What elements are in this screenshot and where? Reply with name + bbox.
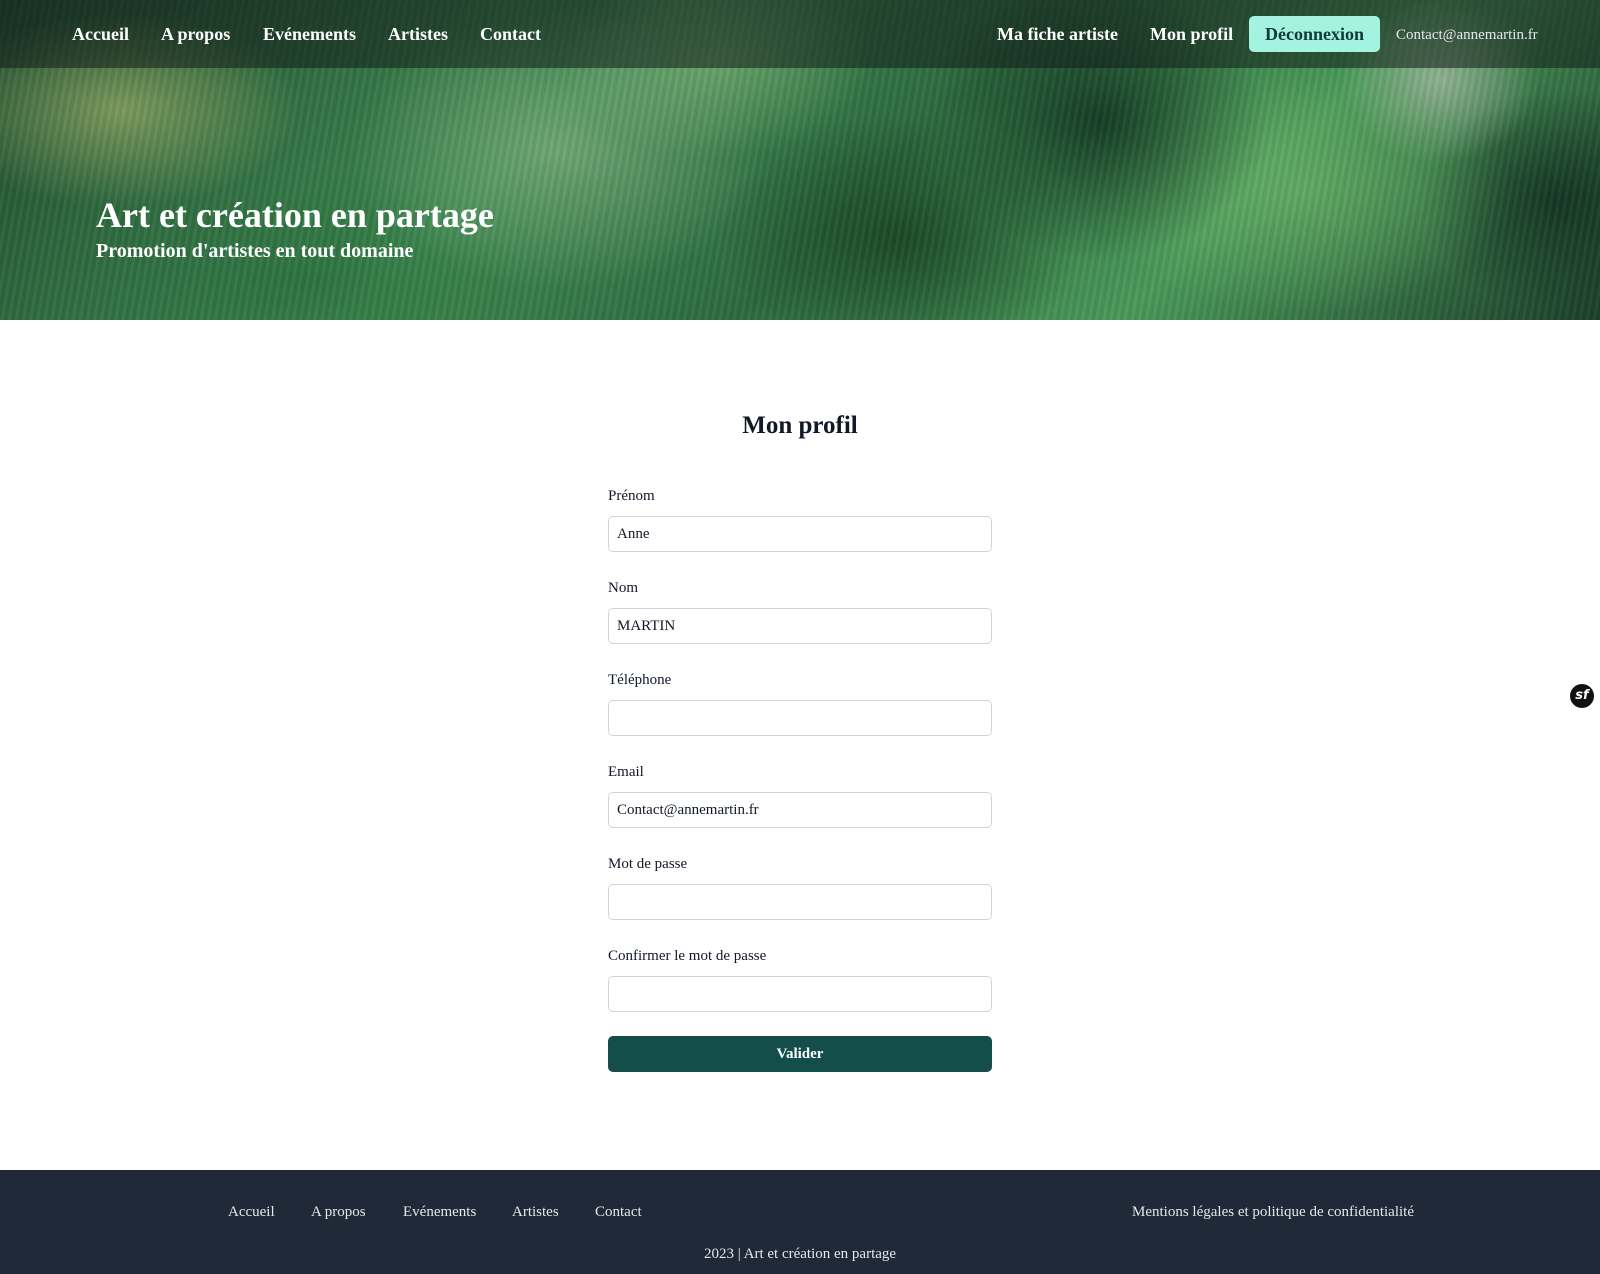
user-email: Contact@annemartin.fr — [1396, 27, 1538, 43]
footer-link-evenements[interactable]: Evénements — [403, 1202, 476, 1222]
telephone-input[interactable] — [608, 700, 992, 736]
footer-link-a-propos[interactable]: A propos — [311, 1202, 366, 1222]
nav-link-a-propos[interactable]: A propos — [161, 22, 230, 46]
footer-copyright: 2023 | Art et création en partage — [703, 1246, 897, 1262]
top-navigation: Accueil A propos Evénements Artistes Con… — [0, 0, 1600, 68]
site-subtitle: Promotion d'artistes en tout domaine — [96, 240, 414, 262]
nav-link-accueil[interactable]: Accueil — [72, 22, 129, 46]
prenom-input[interactable] — [608, 516, 992, 552]
submit-button[interactable]: Valider — [608, 1036, 992, 1072]
site-title: Art et création en partage — [96, 195, 494, 235]
symfony-debug-icon[interactable]: sf — [1570, 684, 1594, 708]
nav-link-artistes[interactable]: Artistes — [388, 22, 448, 46]
footer-link-legal[interactable]: Mentions légales et politique de confide… — [1132, 1202, 1414, 1222]
footer: Accueil A propos Evénements Artistes Con… — [0, 1170, 1600, 1274]
label-telephone: Téléphone — [608, 672, 672, 688]
label-confirm-password: Confirmer le mot de passe — [608, 948, 767, 964]
footer-link-artistes[interactable]: Artistes — [512, 1202, 559, 1222]
logout-button[interactable]: Déconnexion — [1249, 16, 1380, 52]
password-input[interactable] — [608, 884, 992, 920]
label-prenom: Prénom — [608, 488, 655, 504]
nav-link-ma-fiche-artiste[interactable]: Ma fiche artiste — [997, 22, 1118, 46]
footer-link-contact[interactable]: Contact — [595, 1202, 642, 1222]
page-title: Mon profil — [742, 412, 858, 439]
label-mot-de-passe: Mot de passe — [608, 856, 688, 872]
nav-link-contact[interactable]: Contact — [480, 22, 541, 46]
nom-input[interactable] — [608, 608, 992, 644]
footer-link-accueil[interactable]: Accueil — [228, 1202, 275, 1222]
email-input[interactable] — [608, 792, 992, 828]
nav-link-mon-profil[interactable]: Mon profil — [1150, 22, 1233, 46]
nav-link-evenements[interactable]: Evénements — [263, 22, 356, 46]
confirm-password-input[interactable] — [608, 976, 992, 1012]
label-nom: Nom — [608, 580, 638, 596]
label-email: Email — [608, 764, 644, 780]
